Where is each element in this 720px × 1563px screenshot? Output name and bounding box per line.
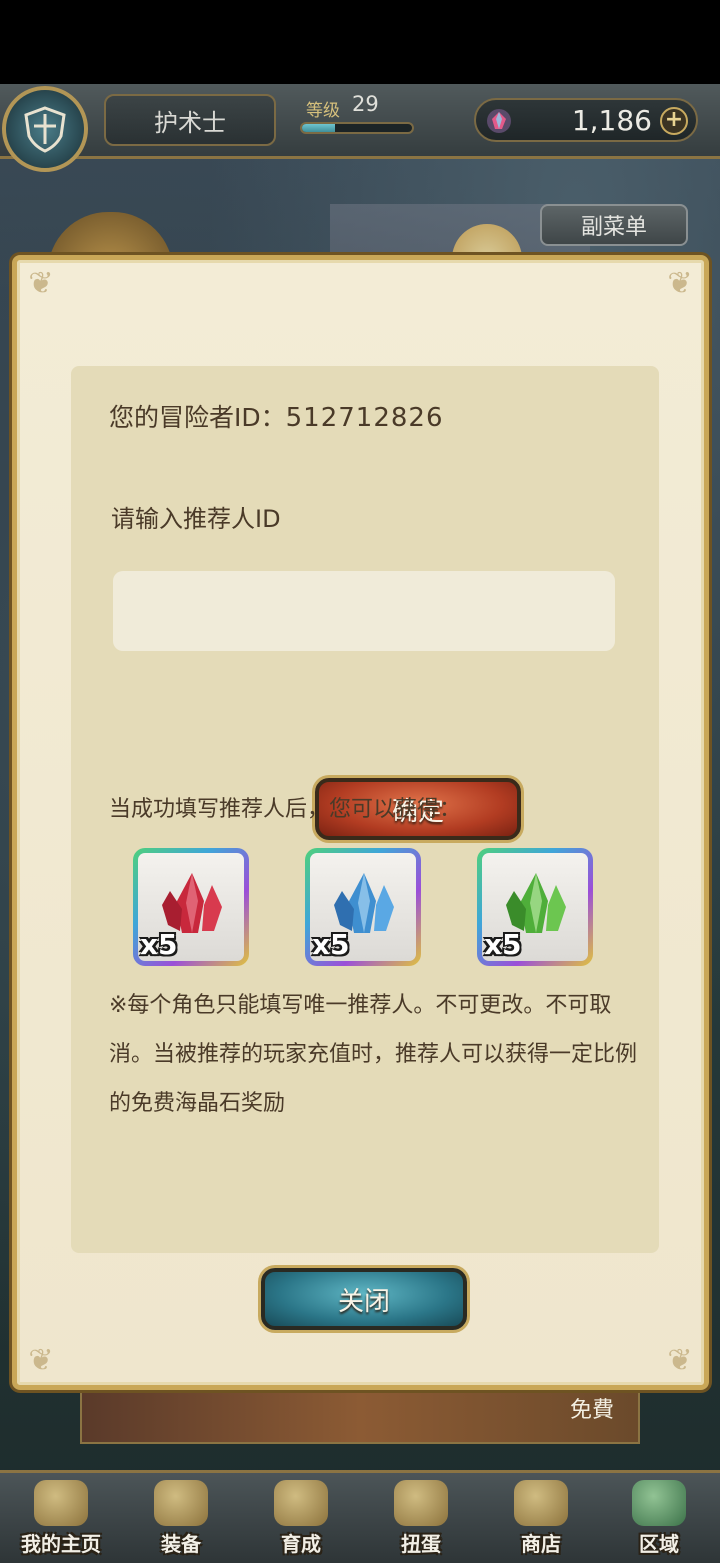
referrer-id-input[interactable] [113,571,615,651]
nav-label: 装备 [161,1532,201,1556]
referrer-prompt: 请输入推荐人ID [111,505,281,533]
globe-icon [632,1480,686,1526]
reward-item-green[interactable]: x5 [477,848,593,966]
event-banner[interactable]: 免費 [80,1388,640,1444]
nav-item-training[interactable]: 育成 [242,1473,360,1563]
sea-crystal-icon [487,109,511,133]
nav-item-gacha[interactable]: 扭蛋 [362,1473,480,1563]
nav-label: 商店 [521,1532,561,1556]
nav-label: 区域 [639,1532,679,1556]
nav-label: 育成 [281,1532,321,1556]
xp-bar [300,122,414,134]
scroll-icon [34,1480,88,1526]
player-class-label: 护术士 [154,108,226,137]
ornament-corner-icon: ❦ [28,1343,54,1378]
bag-icon [514,1480,568,1526]
nav-item-shop[interactable]: 商店 [482,1473,600,1563]
reward-quantity: x5 [312,928,350,961]
nav-label: 我的主页 [21,1532,101,1556]
add-gems-button[interactable]: + [660,107,688,135]
helmet-icon [154,1480,208,1526]
nav-item-home[interactable]: 我的主页 [2,1473,120,1563]
gem-count: 1,186 [571,104,652,137]
ornament-corner-icon: ❦ [667,1343,693,1378]
ornament-corner-icon: ❦ [667,266,693,301]
reward-description: 当成功填写推荐人后，您可以获得： [109,797,462,822]
xp-bar-fill [302,124,335,132]
dialog-content-panel: 您的冒险者ID：512712826 请输入推荐人ID 确定 当成功填写推荐人后，… [71,366,659,1253]
gem-counter: 1,186 + [474,98,698,142]
player-class-plate: 护术士 [104,94,276,146]
level-indicator: 等级 29 [294,92,420,140]
free-label: 免費 [569,1398,614,1423]
submenu-label: 副菜单 [580,215,647,240]
close-button[interactable]: 关闭 [261,1268,467,1330]
ornament-corner-icon: ❦ [28,266,54,301]
close-label: 关闭 [337,1286,390,1317]
submenu-button[interactable]: 副菜单 [540,204,688,246]
nav-item-equipment[interactable]: 装备 [122,1473,240,1563]
reward-quantity: x5 [484,928,522,961]
level-label: 等级 [306,101,340,121]
bottom-navigation: 我的主页 装备 育成 扭蛋 商店 区域 [0,1470,720,1563]
shield-emblem-icon[interactable] [2,86,88,172]
bell-icon [394,1480,448,1526]
sword-icon [274,1480,328,1526]
referral-dialog: ❦ ❦ ❦ ❦ 您的冒险者ID：512712826 请输入推荐人ID 确定 当成… [12,255,709,1390]
nav-item-region[interactable]: 区域 [600,1473,718,1563]
reward-quantity: x5 [140,928,178,961]
referral-rules-note: ※每个角色只能填写唯一推荐人。不可更改。不可取消。当被推荐的玩家充值时，推荐人可… [109,993,638,1116]
adventurer-id-label: 您的冒险者ID： [109,403,286,432]
adventurer-id-line: 您的冒险者ID：512712826 [109,398,444,434]
nav-label: 扭蛋 [401,1532,441,1556]
adventurer-id-value: 512712826 [285,403,444,433]
reward-item-blue[interactable]: x5 [305,848,421,966]
level-value: 29 [352,92,379,116]
reward-item-red[interactable]: x5 [133,848,249,966]
